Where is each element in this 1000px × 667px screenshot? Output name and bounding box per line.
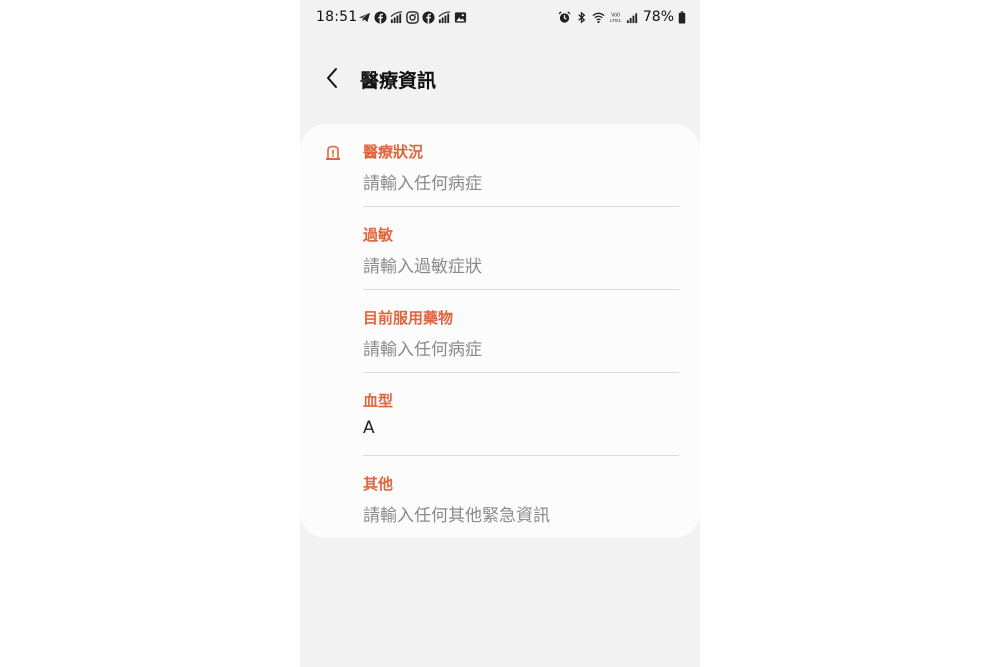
field-label: 過敏 (363, 226, 394, 244)
field-label: 醫療狀況 (363, 143, 424, 161)
field-value: 請輸入任何病症 (363, 174, 482, 194)
signal-bars-icon (626, 11, 639, 24)
telegram-icon (358, 11, 371, 24)
battery-percent: 78% (642, 9, 674, 25)
gallery-icon (454, 11, 467, 24)
medical-info-card: 醫療狀況 請輸入任何病症 過敏 請輸入過敏症狀 目前服用藥物 請輸入任何病症 血… (300, 124, 700, 538)
field-label: 目前服用藥物 (363, 309, 454, 327)
back-button[interactable] (318, 63, 348, 93)
field-label: 血型 (363, 392, 394, 410)
field-medical-conditions[interactable]: 醫療狀況 請輸入任何病症 (363, 124, 679, 207)
field-allergies[interactable]: 過敏 請輸入過敏症狀 (363, 207, 679, 290)
system-icons: Vo0 LTE1 78% (558, 9, 686, 25)
field-label: 其他 (363, 475, 394, 493)
signal-icon (390, 10, 403, 24)
alarm-icon (558, 10, 571, 24)
page-title: 醫療資訊 (360, 70, 437, 92)
signal-icon (438, 10, 451, 24)
field-value: 請輸入任何其他緊急資訊 (363, 506, 550, 526)
app-header: 醫療資訊 (300, 56, 700, 100)
status-time: 18:51 (316, 9, 358, 25)
volte-icon: Vo0 LTE1 (609, 11, 622, 24)
wifi-icon (592, 11, 605, 24)
field-value: 請輸入過敏症狀 (363, 257, 482, 277)
notification-icons (358, 10, 467, 24)
field-blood-type[interactable]: 血型 A (363, 373, 679, 456)
field-value: A (363, 418, 375, 438)
facebook-icon (374, 10, 387, 24)
chevron-left-icon (327, 68, 337, 88)
phone-screen: 18:51 Vo0 LTE1 78% 醫療資訊 醫療狀況 請輸入任何病症 過敏 … (300, 0, 700, 667)
instagram-icon (406, 10, 419, 24)
svg-text:LTE1: LTE1 (610, 18, 621, 23)
field-other[interactable]: 其他 請輸入任何其他緊急資訊 (363, 456, 679, 539)
field-current-medications[interactable]: 目前服用藥物 請輸入任何病症 (363, 290, 679, 373)
status-bar: 18:51 Vo0 LTE1 78% (300, 0, 700, 34)
bluetooth-icon (575, 10, 588, 24)
facebook-icon (422, 10, 435, 24)
field-value: 請輸入任何病症 (363, 340, 482, 360)
siren-icon (324, 144, 342, 162)
battery-icon (678, 10, 686, 24)
